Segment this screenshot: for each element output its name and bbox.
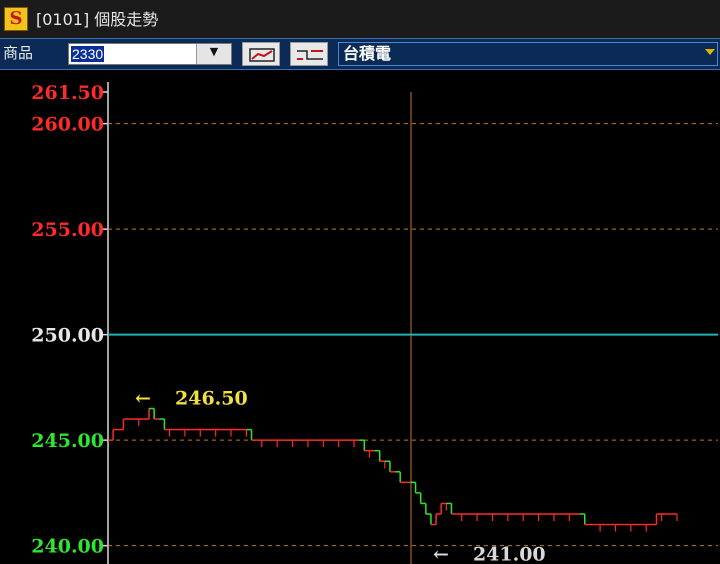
intraday-chart[interactable]: 261.50 260.00 255.00 250.00 245.00 240.00 ← 246… — [0, 70, 720, 564]
stock-name-dropdown[interactable]: 台積電 — [338, 42, 718, 66]
symbol-input[interactable]: 2330 — [71, 46, 105, 62]
symbol-combobox[interactable]: 2330 ▼ — [68, 43, 232, 65]
dollar-glyph: S — [9, 8, 23, 29]
product-label: 商品 — [3, 44, 34, 62]
y-tick-label: 260.00 — [31, 114, 104, 136]
line-chart-icon — [249, 48, 275, 62]
annotation-arrow: ← — [433, 544, 449, 564]
toolbar: 商品 2330 ▼ 台積電 — [0, 38, 720, 70]
y-tick-label: 261.50 — [31, 82, 104, 104]
line-chart-button[interactable] — [242, 42, 280, 66]
y-tick-label: 245.00 — [31, 430, 104, 452]
y-tick-label: 255.00 — [31, 219, 104, 241]
title-bar: S [0101] 個股走勢 — [0, 0, 720, 38]
chevron-down-icon — [705, 49, 715, 55]
y-tick-label: 250.00 — [31, 325, 104, 347]
chevron-down-icon: ▼ — [209, 45, 219, 58]
dollar-icon[interactable]: S — [4, 7, 28, 31]
price-chart-svg: 261.50 260.00 255.00 250.00 245.00 240.00 ← 246… — [31, 82, 718, 564]
annotation-label: 241.00 — [473, 544, 546, 564]
compare-icon — [297, 50, 323, 60]
stock-name: 台積電 — [343, 44, 392, 63]
y-tick-label: 240.00 — [31, 536, 104, 558]
annotation-arrow: ← — [135, 388, 151, 410]
annotation-label: 246.50 — [175, 388, 248, 410]
compare-button[interactable] — [290, 42, 328, 66]
symbol-dropdown-button[interactable]: ▼ — [196, 44, 231, 64]
window-title: [0101] 個股走勢 — [36, 10, 159, 29]
